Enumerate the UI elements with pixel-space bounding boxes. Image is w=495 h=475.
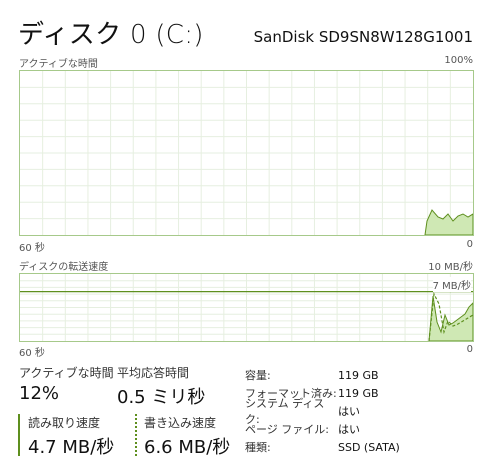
transfer-x-left: 60 秒	[19, 348, 45, 359]
active-time-x-right: 0	[466, 239, 473, 250]
transfer-graph-max: 10 MB/秒	[428, 262, 473, 273]
formatted-value: 119 GB	[338, 386, 379, 400]
read-speed-label: 読み取り速度	[28, 416, 101, 430]
property-row: システム ディスク: はい	[245, 397, 480, 426]
property-row: ページ ファイル: はい	[245, 420, 480, 438]
transfer-graph-label: ディスクの転送速度	[19, 262, 109, 273]
transfer-grid	[20, 274, 473, 341]
write-legend-bar	[135, 414, 137, 456]
type-value: SSD (SATA)	[338, 440, 400, 454]
disk-model: SanDisk SD9SN8W128G1001	[253, 28, 473, 46]
active-time-graph-label: アクティブな時間	[19, 59, 98, 70]
response-time-stat-label: 平均応答時間	[117, 366, 190, 380]
page-title: ディスク 0 (C:)	[18, 20, 204, 50]
read-speed-value: 4.7 MB/秒	[28, 437, 115, 458]
transfer-x-right: 0	[466, 344, 473, 355]
active-time-stat-value: 12%	[19, 383, 60, 404]
type-key: 種類:	[245, 441, 271, 454]
active-time-graph-svg	[20, 71, 473, 235]
transfer-graph	[19, 273, 474, 342]
property-row: 容量: 119 GB	[245, 366, 480, 384]
read-legend-bar	[18, 414, 20, 456]
transfer-scale-label: 7 MB/秒	[432, 277, 471, 292]
capacity-key: 容量:	[245, 369, 271, 382]
active-time-graph	[19, 70, 474, 236]
active-time-area	[424, 209, 473, 235]
active-time-graph-max: 100%	[444, 55, 473, 66]
response-time-stat-value: 0.5 ミリ秒	[117, 387, 206, 408]
active-time-grid	[20, 71, 473, 235]
page-file-value: はい	[338, 423, 360, 436]
write-speed-value: 6.6 MB/秒	[144, 437, 231, 458]
page-file-key: ページ ファイル:	[245, 423, 329, 436]
transfer-graph-svg	[20, 274, 473, 341]
system-disk-value: はい	[338, 405, 360, 418]
active-time-stat-label: アクティブな時間	[19, 366, 114, 380]
active-time-x-left: 60 秒	[19, 243, 45, 254]
disk-properties: 容量: 119 GB フォーマット済み: 119 GB システム ディスク: は…	[245, 366, 480, 456]
capacity-value: 119 GB	[338, 368, 379, 382]
write-speed-label: 書き込み速度	[144, 416, 217, 430]
property-row: 種類: SSD (SATA)	[245, 438, 480, 456]
